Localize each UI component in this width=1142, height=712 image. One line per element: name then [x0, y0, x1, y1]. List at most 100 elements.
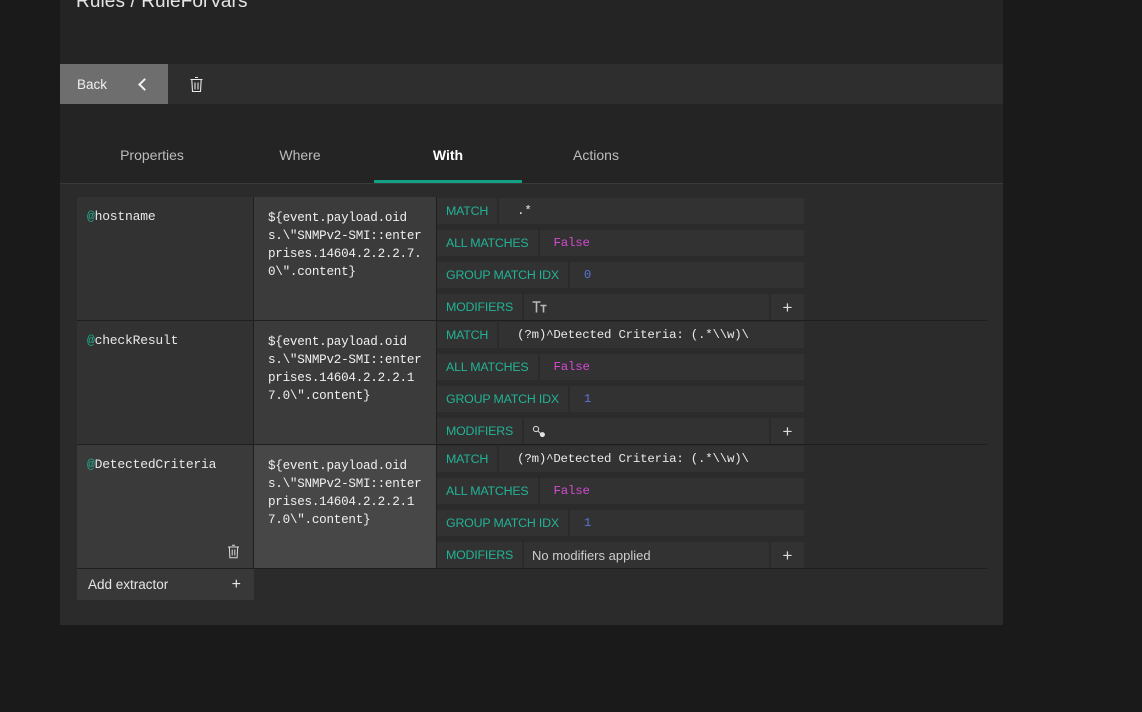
- add-modifier-button[interactable]: +: [771, 418, 804, 444]
- attr-all-matches: ALL MATCHESFalse: [437, 478, 804, 504]
- tab-label: Properties: [120, 147, 184, 163]
- extractor-expression-cell[interactable]: ${event.payload.oids.\"SNMPv2-SMI::enter…: [254, 445, 437, 568]
- extractor-expression-text: ${event.payload.oids.\"SNMPv2-SMI::enter…: [268, 457, 428, 529]
- attr-modifiers: MODIFIERS +: [437, 418, 804, 444]
- extractor-row[interactable]: @checkResult ${event.payload.oids.\"SNMPv…: [77, 321, 987, 445]
- extractor-row[interactable]: @hostname ${event.payload.oids.\"SNMPv2-S…: [77, 197, 987, 321]
- tab-bar: Properties Where With Actions: [60, 104, 1003, 184]
- tab-actions[interactable]: Actions: [522, 131, 670, 183]
- tab-label: Actions: [573, 147, 619, 163]
- attr-modifiers-label: MODIFIERS: [437, 294, 522, 320]
- attr-match: MATCH (?m)^Detected Criteria: (.*\\w)\: [437, 322, 804, 348]
- attr-all-matches-value[interactable]: False: [540, 354, 805, 380]
- extractor-row[interactable]: @DetectedCriteria${event.payload.oids.\"…: [77, 445, 987, 569]
- plus-icon: +: [783, 299, 793, 316]
- attr-group-match-idx-value[interactable]: 1: [570, 386, 804, 412]
- trash-icon: [227, 544, 240, 559]
- attr-modifiers-value[interactable]: [524, 418, 769, 444]
- tab-label: With: [433, 147, 463, 163]
- attr-match-text: .*: [517, 204, 531, 218]
- extractor-name-cell[interactable]: @hostname: [77, 197, 254, 320]
- tab-with[interactable]: With: [374, 131, 522, 183]
- back-button-label: Back: [77, 77, 107, 92]
- attr-modifiers-label: MODIFIERS: [437, 418, 522, 444]
- tab-properties[interactable]: Properties: [78, 131, 226, 183]
- add-extractor-label: Add extractor: [88, 577, 168, 592]
- trash-icon: [189, 76, 204, 93]
- attr-group-match-idx: GROUP MATCH IDX0: [437, 262, 804, 288]
- extractor-name: @hostname: [87, 209, 253, 224]
- attr-group-match-idx: GROUP MATCH IDX 1: [437, 386, 804, 412]
- attr-modifiers-text: No modifiers applied: [532, 548, 651, 563]
- add-extractor-row: Add extractor +: [77, 569, 254, 600]
- attr-all-matches-text: False: [554, 360, 590, 374]
- attr-group-match-idx-label: GROUP MATCH IDX: [437, 386, 568, 412]
- add-modifier-button[interactable]: +: [771, 542, 804, 568]
- extractor-name-text: hostname: [95, 209, 156, 224]
- text-format-icon: [532, 301, 547, 313]
- with-tab-panel: @hostname${event.payload.oids.\"SNMPv2-S…: [60, 184, 1003, 625]
- delete-rule-button[interactable]: [168, 64, 224, 104]
- extractor-expression-cell[interactable]: ${event.payload.oids.\"SNMPv2-SMI::enter…: [254, 197, 437, 320]
- extractor-name: @checkResult: [87, 333, 253, 348]
- attr-all-matches-value[interactable]: False: [540, 478, 805, 504]
- attr-modifiers: MODIFIERS +: [437, 294, 804, 320]
- attr-modifiers-label: MODIFIERS: [437, 542, 522, 568]
- chevron-left-icon: [138, 78, 151, 91]
- attr-group-match-idx-value[interactable]: 1: [570, 510, 804, 536]
- attr-match-label: MATCH: [437, 322, 497, 348]
- attr-group-match-idx: GROUP MATCH IDX 1: [437, 510, 804, 536]
- attr-all-matches-label: ALL MATCHES: [437, 478, 538, 504]
- attr-match-label: MATCH: [437, 446, 497, 472]
- attr-all-matches: ALL MATCHES False: [437, 354, 804, 380]
- add-modifier-button[interactable]: +: [771, 294, 804, 320]
- attr-group-match-idx-value[interactable]: 0: [570, 262, 804, 288]
- attr-match-text: (?m)^Detected Criteria: (.*\\w)\: [517, 452, 749, 466]
- attr-all-matches-text: False: [554, 236, 590, 250]
- extractor-name-cell[interactable]: @DetectedCriteria: [77, 445, 254, 568]
- extractor-expression-text: ${event.payload.oids.\"SNMPv2-SMI::enter…: [268, 209, 428, 281]
- attr-group-match-idx-text: 1: [584, 392, 591, 406]
- attr-all-matches-label: ALL MATCHES: [437, 354, 538, 380]
- tab-list: Properties Where With Actions: [78, 131, 670, 183]
- tab-label: Where: [279, 147, 320, 163]
- attr-match-value[interactable]: .*: [499, 198, 804, 224]
- delete-extractor-button[interactable]: [227, 544, 240, 559]
- extractor-attributes-cell: MATCH (?m)^Detected Criteria: (.*\\w)\ ALL…: [437, 445, 804, 568]
- attr-all-matches-label: ALL MATCHES: [437, 230, 538, 256]
- tab-where[interactable]: Where: [226, 131, 374, 183]
- attr-match: MATCH .*: [437, 198, 804, 224]
- attr-match: MATCH (?m)^Detected Criteria: (.*\\w)\: [437, 446, 804, 472]
- plus-icon: +: [783, 547, 793, 564]
- attr-group-match-idx-label: GROUP MATCH IDX: [437, 510, 568, 536]
- extractor-attributes-cell: MATCH .* ALL MATCHES False GROUP MATCH IDX0 M…: [437, 197, 804, 320]
- plus-icon: +: [232, 576, 241, 594]
- back-button[interactable]: Back: [60, 64, 168, 104]
- attr-all-matches: ALL MATCHES False: [437, 230, 804, 256]
- at-symbol: @: [87, 333, 95, 348]
- extractor-name-cell[interactable]: @checkResult: [77, 321, 254, 444]
- attr-match-text: (?m)^Detected Criteria: (.*\\w)\: [517, 328, 749, 342]
- extractor-name-text: checkResult: [95, 333, 179, 348]
- rule-editor-app: Rules / RuleForVars Back Properties Where…: [60, 0, 1003, 625]
- attr-all-matches-value[interactable]: False: [540, 230, 805, 256]
- at-symbol: @: [87, 209, 95, 224]
- attr-match-value[interactable]: (?m)^Detected Criteria: (.*\\w)\: [499, 322, 804, 348]
- add-extractor-button[interactable]: Add extractor +: [77, 569, 254, 600]
- plus-icon: +: [783, 423, 793, 440]
- attr-match-value[interactable]: (?m)^Detected Criteria: (.*\\w)\: [499, 446, 804, 472]
- extractor-table: @hostname${event.payload.oids.\"SNMPv2-S…: [77, 197, 987, 569]
- attr-group-match-idx-text: 0: [584, 268, 591, 282]
- attr-modifiers-value[interactable]: [524, 294, 769, 320]
- breadcrumb: Rules / RuleForVars: [76, 0, 248, 12]
- at-symbol: @: [87, 457, 95, 472]
- attr-match-label: MATCH: [437, 198, 497, 224]
- attr-modifiers: MODIFIERS No modifiers applied +: [437, 542, 804, 568]
- attr-group-match-idx-text: 1: [584, 516, 591, 530]
- extractor-attributes-cell: MATCH (?m)^Detected Criteria: (.*\\w)\ ALL…: [437, 321, 804, 444]
- attr-modifiers-value[interactable]: No modifiers applied: [524, 542, 769, 568]
- extractor-expression-text: ${event.payload.oids.\"SNMPv2-SMI::enter…: [268, 333, 428, 405]
- page-header: Rules / RuleForVars: [60, 0, 1003, 64]
- extractor-name-text: DetectedCriteria: [95, 457, 217, 472]
- extractor-expression-cell[interactable]: ${event.payload.oids.\"SNMPv2-SMI::enter…: [254, 321, 437, 444]
